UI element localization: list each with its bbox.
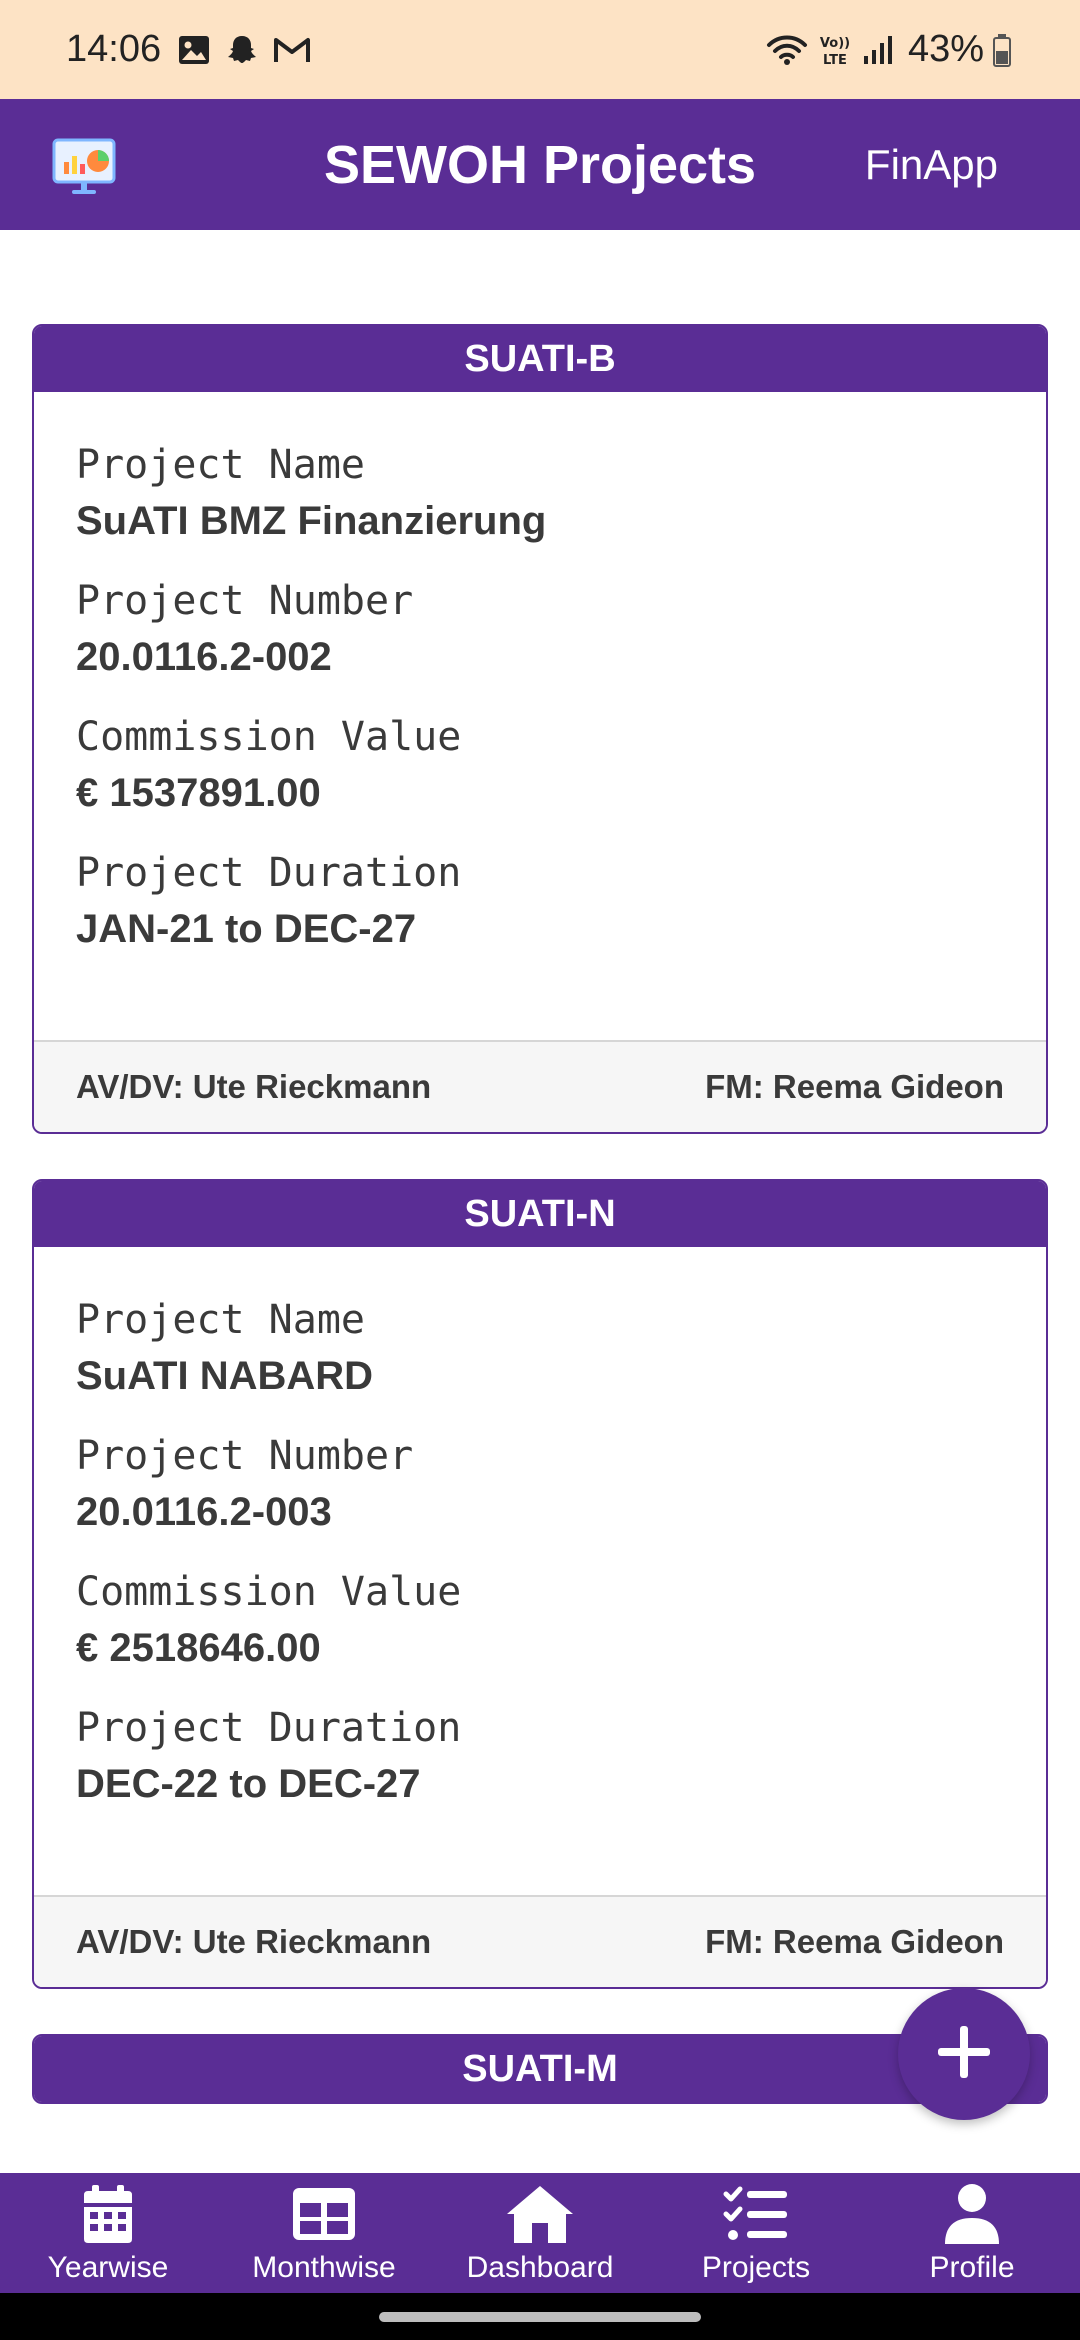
bottom-nav: Yearwise Monthwise Dashboard Projects Pr… — [0, 2173, 1080, 2293]
status-time: 14:06 — [66, 28, 162, 70]
card-footer: AV/DV: Ute Rieckmann FM: Reema Gideon — [34, 1895, 1046, 1987]
project-name-field: Project Name SuATI BMZ Finanzierung — [76, 438, 1004, 550]
commission-value-field: Commission Value € 1537891.00 — [76, 710, 1004, 822]
status-bar: 14:06 Vo)) LTE 43% — [0, 0, 1080, 99]
svg-text:Vo)): Vo)) — [820, 36, 850, 51]
project-name-field: Project Name SuATI NABARD — [76, 1293, 1004, 1405]
project-card[interactable]: SUATI-N Project Name SuATI NABARD Projec… — [32, 1179, 1048, 1989]
system-nav-bar — [0, 2293, 1080, 2340]
card-body: Project Name SuATI BMZ Finanzierung Proj… — [34, 392, 1046, 1040]
field-label: Project Number — [76, 1433, 414, 1479]
nav-item-profile[interactable]: Profile — [872, 2181, 1072, 2285]
nav-item-dashboard[interactable]: Dashboard — [440, 2181, 640, 2285]
field-value: € 1537891.00 — [76, 771, 321, 815]
home-icon — [504, 2181, 576, 2247]
avdv-label: AV/DV: Ute Rieckmann — [76, 1923, 432, 1960]
field-value: SuATI NABARD — [76, 1354, 374, 1398]
svg-text:LTE: LTE — [823, 53, 847, 68]
field-value: 20.0116.2-002 — [76, 635, 332, 679]
nav-label: Monthwise — [252, 2251, 396, 2284]
nav-item-monthwise[interactable]: Monthwise — [224, 2181, 424, 2285]
field-label: Project Duration — [76, 850, 462, 896]
user-icon — [943, 2181, 1001, 2247]
gmail-icon — [273, 35, 311, 65]
plus-icon — [934, 2022, 994, 2087]
checklist-icon — [723, 2181, 789, 2247]
table-grid-icon — [291, 2181, 357, 2247]
card-footer: AV/DV: Ute Rieckmann FM: Reema Gideon — [34, 1040, 1046, 1132]
project-code: SUATI-B — [34, 326, 1046, 392]
status-right: Vo)) LTE 43% — [766, 28, 1022, 71]
project-code: SUATI-N — [34, 1181, 1046, 1247]
avdv-label: AV/DV: Ute Rieckmann — [76, 1068, 432, 1105]
home-indicator[interactable] — [379, 2311, 701, 2322]
project-duration-field: Project Duration JAN-21 to DEC-27 — [76, 846, 1004, 958]
presentation-chart-icon — [50, 134, 118, 196]
snapchat-icon — [225, 33, 259, 67]
field-value: 20.0116.2-003 — [76, 1490, 332, 1534]
project-number-field: Project Number 20.0116.2-003 — [76, 1429, 1004, 1541]
field-label: Project Name — [76, 442, 365, 488]
commission-value-field: Commission Value € 2518646.00 — [76, 1565, 1004, 1677]
nav-label: Projects — [701, 2251, 811, 2284]
battery-icon — [992, 33, 1012, 67]
project-list[interactable]: SUATI-B Project Name SuATI BMZ Finanzier… — [0, 230, 1080, 2173]
battery-percent: 43% — [907, 28, 984, 70]
nav-item-yearwise[interactable]: Yearwise — [8, 2181, 208, 2285]
field-value: € 2518646.00 — [76, 1626, 321, 1670]
nav-item-projects[interactable]: Projects — [656, 2181, 856, 2285]
status-left: 14:06 — [66, 28, 325, 71]
fm-label: FM: Reema Gideon — [705, 1923, 1004, 1960]
fm-label: FM: Reema Gideon — [705, 1068, 1004, 1105]
field-label: Project Name — [76, 1297, 365, 1343]
project-card[interactable]: SUATI-B Project Name SuATI BMZ Finanzier… — [32, 324, 1048, 1134]
nav-label: Yearwise — [47, 2251, 169, 2284]
project-number-field: Project Number 20.0116.2-002 — [76, 574, 1004, 686]
field-value: DEC-22 to DEC-27 — [76, 1762, 421, 1806]
field-label: Commission Value — [76, 714, 462, 760]
finapp-link[interactable]: FinApp — [865, 141, 998, 189]
gallery-icon — [177, 34, 211, 66]
nav-label: Profile — [929, 2251, 1015, 2284]
field-label: Project Number — [76, 578, 414, 624]
card-body: Project Name SuATI NABARD Project Number… — [34, 1247, 1046, 1895]
project-code: SUATI-M — [34, 2036, 1046, 2102]
project-duration-field: Project Duration DEC-22 to DEC-27 — [76, 1701, 1004, 1813]
field-value: SuATI BMZ Finanzierung — [76, 499, 547, 543]
volte-icon: Vo)) LTE — [818, 32, 852, 68]
signal-icon — [862, 34, 894, 66]
calendar-icon — [80, 2181, 136, 2247]
field-label: Commission Value — [76, 1569, 462, 1615]
app-bar: SEWOH Projects FinApp — [0, 99, 1080, 230]
field-value: JAN-21 to DEC-27 — [76, 907, 417, 951]
add-project-button[interactable] — [898, 1988, 1030, 2120]
nav-label: Dashboard — [466, 2251, 614, 2284]
field-label: Project Duration — [76, 1705, 462, 1751]
wifi-icon — [766, 33, 808, 67]
project-card[interactable]: SUATI-M — [32, 2034, 1048, 2104]
